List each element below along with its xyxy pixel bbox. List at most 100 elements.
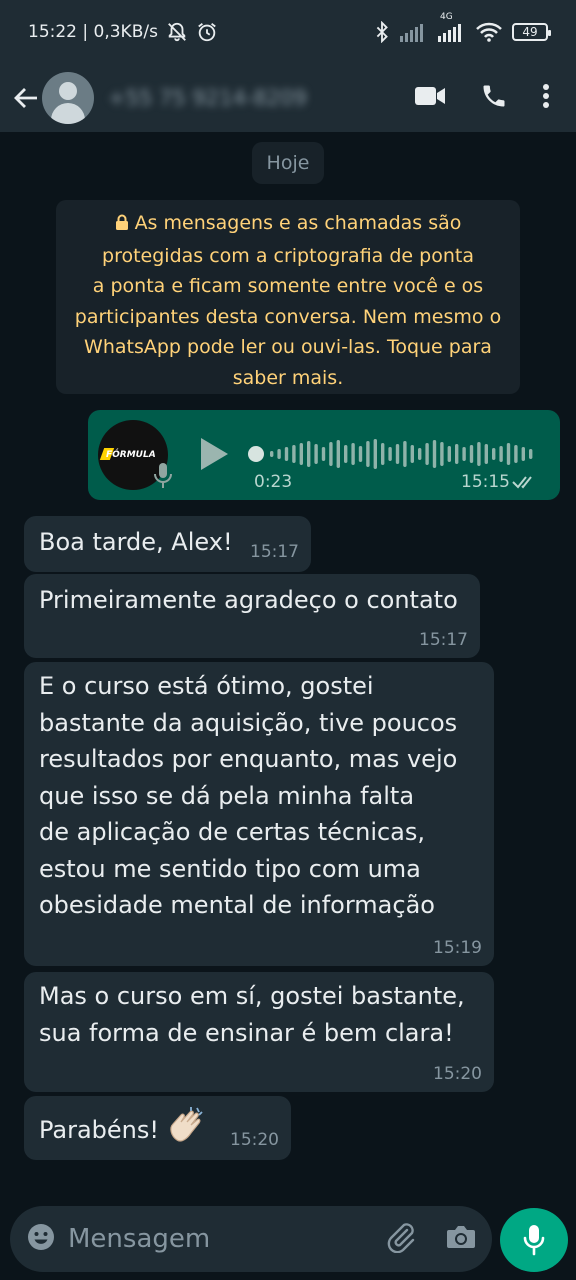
waveform-bar: [492, 448, 496, 460]
waveform-bar: [292, 445, 296, 463]
notifications-muted-icon: [166, 21, 188, 43]
lock-icon: [115, 210, 129, 241]
contact-name[interactable]: +55 75 9214-8209: [108, 86, 307, 110]
waveform-bar: [440, 442, 444, 466]
waveform-bar: [506, 443, 511, 465]
composer: [0, 1200, 576, 1280]
clapping-hands-icon: [167, 1106, 207, 1155]
waveform-bar: [425, 443, 429, 465]
waveform-bar: [351, 443, 355, 465]
waveform-bar: [477, 442, 481, 466]
notice-line: a ponta e ficam somente entre você e os: [92, 275, 484, 297]
chat-area[interactable]: Hoje As mensagens e as chamadas são prot…: [0, 132, 576, 1200]
waveform-bar: [410, 445, 414, 463]
microphone-icon: [153, 462, 173, 494]
phone-icon: [483, 85, 505, 107]
waveform-bar: [321, 447, 326, 461]
battery-icon: 49: [512, 23, 551, 41]
message-input-box[interactable]: [10, 1206, 492, 1272]
play-icon: [201, 438, 228, 470]
waveform-bar: [484, 444, 488, 464]
message-bubble[interactable]: Mas o curso em sí, gostei bastante, sua …: [24, 972, 494, 1092]
kebab-menu-icon: [543, 84, 549, 108]
signal-4g-icon: 4G: [438, 12, 466, 42]
delivered-ticks-icon: [512, 474, 538, 494]
message-line: E o curso está ótimo, gostei: [39, 672, 374, 700]
camera-icon: [447, 1226, 475, 1248]
bluetooth-icon: [374, 21, 390, 43]
message-time: 15:17: [419, 630, 468, 650]
smiley-icon: [28, 1224, 54, 1250]
waveform-bar: [403, 441, 407, 467]
waveform-bar: [314, 444, 318, 464]
audio-waveform[interactable]: [248, 436, 538, 472]
waveform-bar: [373, 439, 377, 469]
message-bubble[interactable]: Primeiramente agradeço o contato 15:17: [24, 574, 480, 658]
arrow-left-icon: [14, 88, 37, 108]
waveform-bar: [307, 441, 311, 467]
message-text: Parabéns!: [39, 1116, 160, 1144]
waveform-bar: [358, 446, 363, 462]
attach-button[interactable]: [386, 1221, 416, 1257]
message-time: 15:19: [433, 938, 482, 958]
network-type: 4G: [440, 12, 453, 22]
message-line: estou me sentido tipo com uma: [39, 854, 421, 883]
message-time: 15:15: [461, 472, 510, 492]
status-bar: 15:22 | 0,3KB/s 4G 49: [0, 0, 576, 64]
chat-header: +55 75 9214-8209: [0, 64, 576, 132]
avatar-brand: FÓRMULA: [106, 450, 156, 460]
message-bubble[interactable]: Parabéns! 15:20: [24, 1096, 291, 1160]
message-time: 15:17: [250, 542, 299, 562]
audio-message[interactable]: FÓRMULA 0:23 15:15: [88, 410, 560, 500]
waveform-bar: [529, 449, 533, 459]
waveform-bar: [395, 444, 400, 464]
voice-record-button[interactable]: [500, 1208, 568, 1272]
message-line: bastante da aquisição, tive poucos: [39, 708, 458, 737]
video-call-button[interactable]: [414, 85, 446, 111]
notice-line: WhatsApp pode ler ou ouvi-las. Toque par…: [84, 336, 492, 358]
waveform-bar: [521, 447, 525, 461]
message-input[interactable]: [68, 1224, 348, 1254]
waveform-bar: [329, 442, 333, 466]
audio-duration: 0:23: [254, 472, 293, 492]
notice-line: protegidas com a criptografia de ponta: [102, 244, 474, 267]
waveform-bar: [455, 444, 459, 464]
camera-button[interactable]: [446, 1224, 476, 1254]
waveform-bar: [284, 447, 289, 461]
emoji-button[interactable]: [26, 1222, 56, 1256]
encryption-notice[interactable]: As mensagens e as chamadas são protegida…: [56, 200, 520, 394]
notice-line: saber mais.: [232, 366, 344, 389]
waveform-bar: [366, 441, 370, 467]
waveform-bar: [418, 448, 422, 460]
waveform-position-dot[interactable]: [248, 446, 264, 462]
message-text: Primeiramente agradeço o contato: [39, 586, 458, 614]
battery-level: 49: [522, 25, 538, 39]
message-line: que isso se dá pela minha falta: [39, 781, 415, 810]
message-line: Mas o curso em sí, gostei bastante,: [39, 982, 465, 1010]
waveform-bar: [514, 445, 518, 463]
message-time: 15:20: [230, 1130, 279, 1150]
message-bubble[interactable]: E o curso está ótimo, gostei bastante da…: [24, 662, 494, 966]
waveform-bar: [381, 443, 385, 465]
alarm-icon: [196, 21, 218, 43]
waveform-bar: [270, 451, 274, 457]
message-line: sua forma de ensinar é bem clara!: [39, 1018, 454, 1047]
message-line: de aplicação de certas técnicas,: [39, 818, 426, 846]
message-bubble[interactable]: Boa tarde, Alex! 15:17: [24, 516, 311, 572]
waveform-bar: [277, 449, 281, 459]
date-chip: Hoje: [252, 142, 324, 184]
waveform-bar: [299, 443, 303, 465]
waveform-bar: [462, 447, 466, 461]
waveform-bar: [344, 445, 348, 463]
status-time-speed: 15:22 | 0,3KB/s: [28, 22, 158, 42]
waveform-bar: [432, 440, 437, 468]
back-button[interactable]: [12, 84, 40, 112]
waveform-bar: [336, 440, 340, 468]
waveform-bar: [499, 446, 503, 462]
avatar[interactable]: [42, 72, 94, 124]
more-options-button[interactable]: [542, 83, 550, 113]
play-button[interactable]: [198, 436, 230, 476]
message-line: resultados por enquanto, mas vejo: [39, 745, 458, 773]
voice-call-button[interactable]: [480, 82, 508, 114]
video-camera-icon: [415, 87, 445, 105]
